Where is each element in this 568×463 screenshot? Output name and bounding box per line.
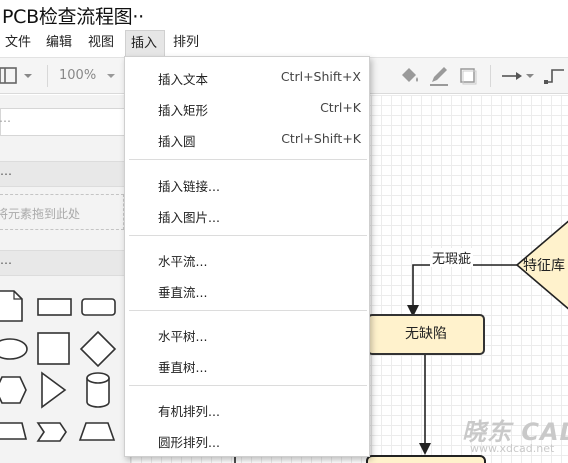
menu-separator bbox=[129, 310, 367, 311]
menu-item-label: 插入图片... bbox=[158, 210, 220, 225]
scratchpad-header[interactable]: ⋯ bbox=[0, 161, 130, 187]
menu-item-label: 水平流... bbox=[158, 254, 208, 269]
line-color-button[interactable] bbox=[428, 58, 452, 94]
menu-arrange[interactable]: 排列 bbox=[168, 30, 204, 56]
shadow-button[interactable] bbox=[455, 58, 481, 94]
menu-insert[interactable]: 插入 bbox=[125, 30, 165, 56]
shape-tape[interactable] bbox=[0, 422, 28, 440]
menu-item-label: 插入文本 bbox=[158, 72, 209, 87]
menu-item-vertical-tree[interactable]: 垂直树... bbox=[125, 349, 369, 380]
shadow-box-icon bbox=[460, 68, 477, 85]
general-shapes-header[interactable]: ⋯ bbox=[0, 250, 130, 276]
shape-step[interactable] bbox=[36, 422, 67, 442]
shape-ellipse[interactable] bbox=[0, 338, 28, 360]
scratchpad-header-label: ⋯ bbox=[0, 167, 12, 181]
shape-cylinder[interactable] bbox=[86, 372, 110, 408]
shape-rounded-rectangle[interactable] bbox=[81, 298, 116, 316]
page-view-button[interactable] bbox=[0, 58, 40, 94]
shape-triangle[interactable] bbox=[41, 371, 67, 409]
orthogonal-connector-icon bbox=[544, 69, 564, 84]
shape-diamond[interactable] bbox=[79, 330, 117, 368]
drop-hint-text: 将元素拖到此处 bbox=[0, 207, 81, 221]
menu-item-label: 插入圆 bbox=[158, 134, 196, 149]
arrow-right-icon bbox=[502, 72, 534, 80]
shape-trapezoid[interactable] bbox=[78, 422, 116, 441]
site-watermark: 晓东 CAD www.xdcad.net bbox=[462, 412, 568, 460]
zoom-value: 100% bbox=[59, 68, 97, 83]
pencil-icon bbox=[430, 67, 448, 86]
menu-item-label: 水平树... bbox=[158, 329, 208, 344]
menu-item-insert-text[interactable]: 插入文本 Ctrl+Shift+X bbox=[125, 61, 369, 92]
document-title: PCB检查流程图·· bbox=[2, 6, 144, 28]
arrowhead bbox=[419, 443, 431, 455]
insert-menu: 插入文本 Ctrl+Shift+X 插入矩形 Ctrl+K 插入圆 Ctrl+S… bbox=[124, 56, 370, 457]
edge-label: 无瑕疵 bbox=[430, 248, 474, 267]
menu-file[interactable]: 文件 bbox=[0, 30, 36, 56]
chevron-down-icon bbox=[107, 73, 116, 78]
menu-item-circle-layout[interactable]: 圆形排列... bbox=[125, 424, 369, 455]
menu-item-organic-layout[interactable]: 有机排列... bbox=[125, 393, 369, 424]
menu-item-label: 插入链接... bbox=[158, 179, 220, 194]
menu-edit[interactable]: 编辑 bbox=[41, 30, 77, 56]
menu-item-insert-rectangle[interactable]: 插入矩形 Ctrl+K bbox=[125, 92, 369, 123]
shape-hexagon[interactable] bbox=[0, 376, 27, 404]
menu-separator bbox=[129, 159, 367, 160]
toolbar-separator bbox=[490, 65, 491, 87]
panel-layout-icon bbox=[0, 67, 32, 84]
shape-sidebar: ⋯ ⋯ 将元素拖到此处 ⋯ bbox=[0, 95, 130, 463]
menu-item-label: 有机排列... bbox=[158, 404, 220, 419]
menu-separator bbox=[129, 385, 367, 386]
connector-no-defect[interactable] bbox=[412, 264, 517, 307]
paint-bucket-icon bbox=[402, 68, 418, 82]
menu-item-label: 圆形排列... bbox=[158, 435, 220, 450]
toolbar-separator bbox=[47, 65, 48, 87]
menu-item-shortcut: Ctrl+Shift+X bbox=[280, 69, 361, 84]
no-defect-node[interactable]: 无缺陷 bbox=[367, 314, 485, 355]
menu-item-insert-link[interactable]: 插入链接... bbox=[125, 168, 369, 199]
shape-note[interactable] bbox=[0, 290, 23, 322]
waypoints-dropdown[interactable] bbox=[542, 58, 568, 94]
menu-item-insert-image[interactable]: 插入图片... bbox=[125, 199, 369, 230]
watermark-url: www.xdcad.net bbox=[470, 442, 555, 455]
menu-item-shortcut: Ctrl+K bbox=[320, 100, 361, 115]
menu-item-vertical-flow[interactable]: 垂直流... bbox=[125, 274, 369, 305]
menu-separator bbox=[129, 235, 367, 236]
zoom-dropdown[interactable]: 100% bbox=[59, 58, 119, 94]
search-placeholder-fragment: ⋯ bbox=[0, 114, 11, 128]
menu-view[interactable]: 视图 bbox=[83, 30, 119, 56]
menu-item-label: 插入矩形 bbox=[158, 103, 209, 118]
general-shapes-header-label: ⋯ bbox=[0, 256, 12, 270]
menu-item-horizontal-flow[interactable]: 水平流... bbox=[125, 243, 369, 274]
decision-label: 特征库 bbox=[523, 258, 565, 274]
shape-square[interactable] bbox=[37, 332, 70, 365]
shape-palette bbox=[0, 290, 117, 442]
scratchpad-drop-zone[interactable]: 将元素拖到此处 bbox=[0, 194, 124, 230]
fill-color-button[interactable] bbox=[398, 58, 422, 94]
connection-style-dropdown[interactable] bbox=[500, 58, 536, 94]
shape-search-input[interactable]: ⋯ bbox=[0, 108, 130, 136]
menu-item-shortcut: Ctrl+Shift+K bbox=[281, 131, 361, 146]
menu-item-insert-circle[interactable]: 插入圆 Ctrl+Shift+K bbox=[125, 123, 369, 154]
menu-item-label: 垂直流... bbox=[158, 285, 208, 300]
menu-item-label: 垂直树... bbox=[158, 360, 208, 375]
menu-item-horizontal-tree[interactable]: 水平树... bbox=[125, 318, 369, 349]
shape-rectangle[interactable] bbox=[37, 298, 72, 316]
menu-bar: 文件 编辑 视图 插入 排列 bbox=[0, 30, 568, 56]
